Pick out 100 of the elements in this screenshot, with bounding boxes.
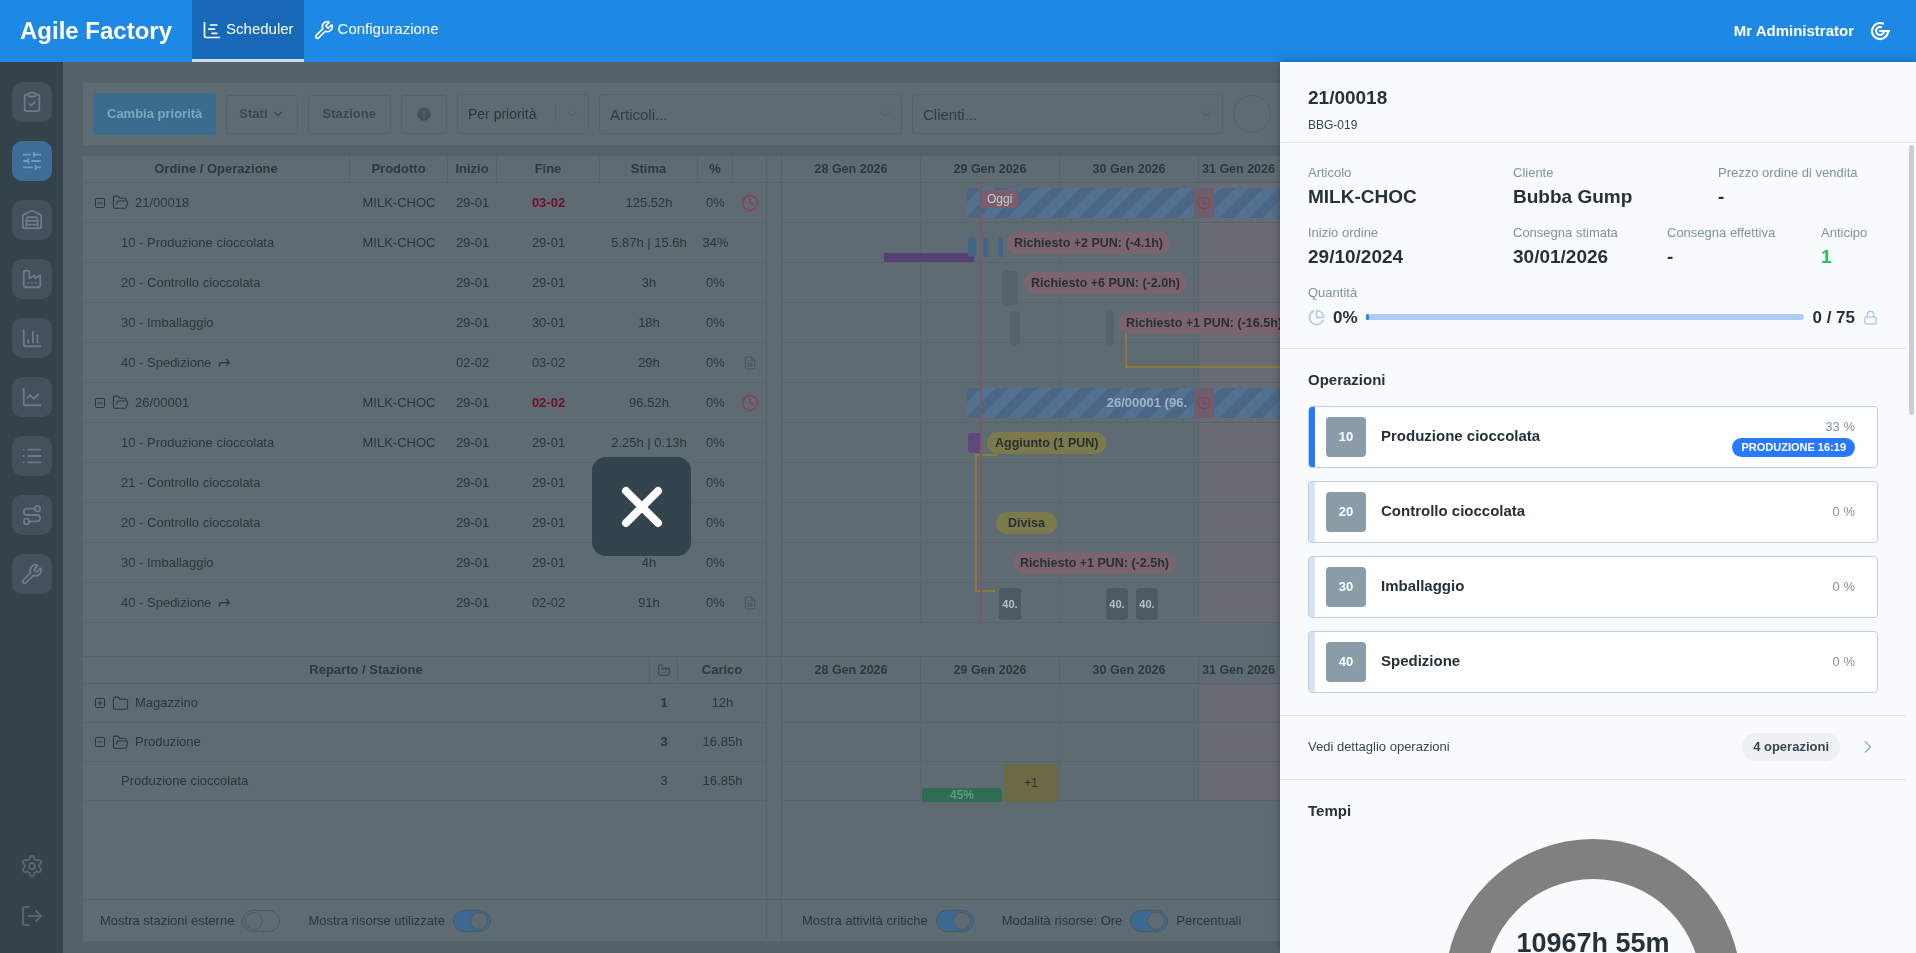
order-bar-label: 26/00001 (96. xyxy=(1106,394,1187,413)
end-date: 03-02 xyxy=(531,194,566,210)
operation-card[interactable]: 10 Produzione cioccolata 33 % PRODUZIONE 16:19 xyxy=(1308,405,1878,468)
product-cell: MILK-CHOC xyxy=(362,234,436,250)
count-badge: 4 operazioni xyxy=(1742,733,1840,761)
section-title: Operazioni xyxy=(1308,370,1387,390)
task-segment[interactable] xyxy=(983,237,988,257)
requested-label[interactable]: Richiesto +2 PUN: (-4.1h) xyxy=(1007,232,1170,254)
operation-percent: 0 % xyxy=(1832,577,1855,596)
clock-marker[interactable] xyxy=(1194,388,1214,418)
field-value: - xyxy=(1718,184,1726,209)
operation-title: Spedizione xyxy=(1381,651,1462,672)
swirl-icon[interactable] xyxy=(1868,19,1892,43)
sidebar-item[interactable] xyxy=(11,554,52,594)
toggle-switch[interactable] xyxy=(935,909,974,932)
sidebar-item[interactable] xyxy=(11,141,52,181)
order-name[interactable]: 21/00018 xyxy=(135,192,190,213)
field-label: Consegna effettiva xyxy=(1667,224,1777,242)
requested-label[interactable]: Richiesto +6 PUN: (-2.0h) xyxy=(1024,272,1187,294)
sidebar-item[interactable] xyxy=(11,259,52,299)
nav-tab[interactable]: Scheduler xyxy=(192,0,304,62)
field-value: - xyxy=(1667,244,1675,269)
collapse-icon[interactable] xyxy=(94,396,106,409)
task-bar[interactable] xyxy=(884,253,974,262)
field-label: Consegna stimata xyxy=(1513,224,1619,242)
clock-icon[interactable] xyxy=(741,193,759,212)
field-label: Cliente xyxy=(1513,164,1555,182)
sidebar-item[interactable] xyxy=(11,200,52,240)
operation-title: Imballaggio xyxy=(1381,576,1466,597)
product-cell: MILK-CHOC xyxy=(362,394,436,410)
end-date: 02-02 xyxy=(531,394,566,410)
operation-card[interactable]: 40 Spedizione 0 % xyxy=(1308,630,1878,693)
operation-title: Produzione cioccolata xyxy=(1381,426,1542,447)
collapse-icon[interactable] xyxy=(94,196,106,209)
sidebar-item[interactable] xyxy=(11,377,52,417)
alert-icon xyxy=(415,105,433,123)
folder-icon xyxy=(112,394,129,411)
alert-button[interactable] xyxy=(401,94,447,134)
task-segment[interactable]: 40. xyxy=(1106,588,1128,620)
field-value: Bubba Gump xyxy=(1513,184,1634,209)
sidebar-item[interactable] xyxy=(11,495,52,535)
sidebar-item[interactable] xyxy=(11,318,52,358)
toggle-switch[interactable] xyxy=(1130,909,1169,932)
clock-icon xyxy=(1197,396,1211,410)
section-title: Tempi xyxy=(1308,800,1353,821)
scrollbar[interactable] xyxy=(1908,145,1914,415)
department-name[interactable]: Magazzino xyxy=(135,693,198,713)
status-badge: PRODUZIONE 16:19 xyxy=(1732,438,1855,457)
task-segment[interactable] xyxy=(998,237,1003,257)
operation-code: 40 xyxy=(1326,641,1366,682)
clock-icon xyxy=(1197,196,1211,210)
order-name[interactable]: 26/00001 xyxy=(135,392,190,413)
requested-label[interactable]: Richiesto +1 PUN: (-2.5h) xyxy=(1013,552,1176,574)
field-label: Articolo xyxy=(1308,164,1353,182)
field-label: Quantità xyxy=(1308,284,1359,302)
sidebar-item[interactable] xyxy=(11,436,52,476)
machines-icon xyxy=(656,663,671,677)
bar-chart-icon xyxy=(20,327,43,349)
lock-icon[interactable] xyxy=(1863,309,1878,325)
toggle-switch[interactable] xyxy=(452,909,491,932)
estimate-cell: 96.52h xyxy=(629,394,669,410)
clock-icon[interactable] xyxy=(741,393,759,412)
clock-marker[interactable] xyxy=(1194,188,1214,218)
nav-tab[interactable]: Configurazione xyxy=(303,0,449,62)
field-value: MILK-CHOC xyxy=(1308,184,1418,209)
field-label: Anticipo xyxy=(1821,224,1869,242)
task-segment[interactable] xyxy=(968,237,976,257)
operations-detail-link[interactable]: Vedi dettaglio operazioni 4 operazioni xyxy=(1280,715,1906,780)
operation-code: 10 xyxy=(1326,416,1366,457)
operation-percent: 0 % xyxy=(1832,652,1855,671)
operation-card[interactable]: 30 Imballaggio 0 % xyxy=(1308,555,1878,618)
quantity-count: 0 / 75 xyxy=(1812,306,1855,329)
collapse-icon[interactable] xyxy=(94,736,106,748)
settings-icon[interactable] xyxy=(19,854,44,878)
user-name[interactable]: Mr Administrator xyxy=(1733,0,1868,62)
operation-percent: 0 % xyxy=(1832,502,1855,521)
order-title: 21/00018 xyxy=(1308,86,1389,110)
overload-block[interactable]: +1 xyxy=(1004,764,1058,802)
field-label: Prezzo ordine di vendita xyxy=(1718,164,1859,182)
order-code: BBG-019 xyxy=(1308,116,1359,134)
operation-card[interactable]: 20 Controllo cioccolata 0 % xyxy=(1308,480,1878,543)
gantt-icon xyxy=(202,19,223,40)
folder-icon xyxy=(112,694,129,712)
operation-code: 30 xyxy=(1326,566,1366,607)
split-label[interactable]: Divisa xyxy=(996,512,1057,534)
added-label[interactable]: Aggiunto (1 PUN) xyxy=(987,432,1107,454)
task-segment[interactable]: 40. xyxy=(1136,588,1158,620)
change-priority-button[interactable]: Cambia priorità xyxy=(93,93,217,135)
operation-title: Controllo cioccolata xyxy=(1381,501,1527,522)
machine-count: 3 xyxy=(660,734,668,750)
operation-code: 20 xyxy=(1326,491,1366,532)
expand-icon[interactable] xyxy=(94,697,106,709)
product-cell: MILK-CHOC xyxy=(362,434,436,450)
close-button[interactable] xyxy=(592,457,691,556)
route-icon xyxy=(20,504,43,526)
task-segment[interactable]: 40. xyxy=(999,588,1021,620)
logout-icon[interactable] xyxy=(19,904,44,928)
tools-icon xyxy=(20,563,43,585)
field-value: 29/10/2024 xyxy=(1308,244,1405,269)
sidebar-item[interactable] xyxy=(11,82,52,122)
